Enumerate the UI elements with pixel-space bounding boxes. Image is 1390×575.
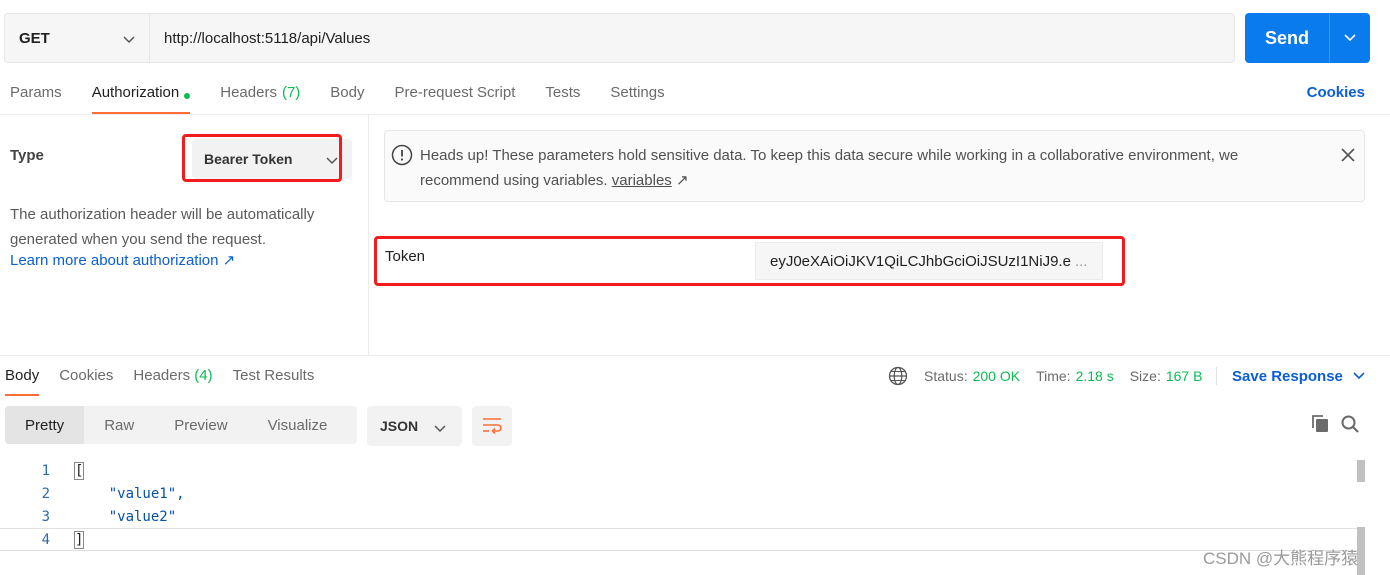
code-text: "value2" <box>75 508 177 525</box>
code-line: 4] <box>0 528 1360 551</box>
line-number: 3 <box>41 508 50 525</box>
chevron-down-icon <box>123 32 135 49</box>
wrap-lines-icon <box>481 415 503 438</box>
method-select[interactable]: GET <box>5 14 150 62</box>
chevron-down-icon <box>1344 30 1356 46</box>
tab-label: Body <box>330 84 365 101</box>
format-toggle-group: Pretty Raw Preview Visualize <box>5 406 357 444</box>
watermark: CSDN @大熊程序猿 <box>1203 549 1359 568</box>
size-value[interactable]: 167 B <box>1166 368 1203 384</box>
format-visualize[interactable]: Visualize <box>248 406 348 444</box>
tab-label: Tests <box>545 84 581 101</box>
divider <box>0 114 1390 115</box>
time-label: Time: <box>1036 368 1071 384</box>
tab-label: Params <box>10 84 62 101</box>
tab-tests[interactable]: Tests <box>545 80 580 114</box>
format-preview[interactable]: Preview <box>154 406 247 444</box>
external-link-icon: ↗ <box>675 172 689 189</box>
save-response-button[interactable]: Save Response <box>1232 368 1365 385</box>
tab-count: (7) <box>281 84 301 101</box>
response-status-bar: Status: 200 OK Time: 2.18 s Size: 167 B <box>888 366 1231 386</box>
request-url-bar: GET http://localhost:5118/api/Values <box>4 13 1235 63</box>
tab-label: Headers <box>220 84 277 101</box>
divider <box>1216 367 1218 385</box>
line-number: 4 <box>41 531 50 548</box>
tab-params[interactable]: Params <box>10 80 62 114</box>
code-text: "value1", <box>75 485 185 502</box>
tab-pre-request-script[interactable]: Pre-request Script <box>395 80 516 114</box>
tab-test-results[interactable]: Test Results <box>233 363 315 396</box>
search-icon[interactable] <box>1340 414 1360 437</box>
tab-label: Headers <box>133 367 191 384</box>
status-dot-icon <box>184 93 191 99</box>
url-input[interactable]: http://localhost:5118/api/Values <box>150 14 1234 62</box>
wrap-lines-button[interactable] <box>472 406 512 446</box>
variables-link[interactable]: variables <box>612 172 672 189</box>
tab-label: Cookies <box>59 367 114 384</box>
format-raw[interactable]: Raw <box>84 406 154 444</box>
chevron-down-icon <box>434 421 446 437</box>
save-response-label: Save Response <box>1232 368 1343 385</box>
response-tabs: Body Cookies Headers (4) Test Results <box>5 363 334 396</box>
highlight-box <box>374 236 1125 286</box>
globe-icon[interactable] <box>888 366 908 386</box>
highlight-box <box>182 134 342 182</box>
tab-response-cookies[interactable]: Cookies <box>59 363 113 396</box>
tab-headers[interactable]: Headers (7) <box>220 80 300 114</box>
line-number: 2 <box>41 485 50 502</box>
panel-divider <box>368 114 369 356</box>
divider <box>0 355 1390 356</box>
tab-count: (4) <box>194 367 213 384</box>
code-text: ] <box>73 530 85 549</box>
alert-text: Heads up! These parameters hold sensitiv… <box>420 147 1239 189</box>
tab-authorization[interactable]: Authorization <box>91 80 191 114</box>
code-line: 2 "value1", <box>0 482 1360 505</box>
tab-response-body[interactable]: Body <box>5 363 40 396</box>
code-line: 3 "value2" <box>0 505 1360 528</box>
tab-settings[interactable]: Settings <box>610 80 664 114</box>
tab-label: Settings <box>610 84 665 101</box>
line-number: 1 <box>41 462 50 479</box>
chevron-down-icon <box>1353 368 1365 385</box>
scrollbar[interactable] <box>1357 460 1365 482</box>
tab-label: Pre-request Script <box>394 84 516 101</box>
send-button-group: Send <box>1245 13 1370 63</box>
format-pretty[interactable]: Pretty <box>5 406 85 444</box>
method-label: GET <box>19 29 50 47</box>
status-label: Status: <box>924 368 968 384</box>
language-value: JSON <box>380 418 419 434</box>
info-icon <box>391 144 413 169</box>
status-value[interactable]: 200 OK <box>973 368 1020 384</box>
learn-more-link[interactable]: Learn more about authorization ↗ <box>10 251 235 269</box>
code-text: [ <box>73 461 85 480</box>
response-body-code[interactable]: 1[ 2 "value1", 3 "value2" 4] <box>0 459 1360 551</box>
time-value[interactable]: 2.18 s <box>1076 368 1114 384</box>
tab-body[interactable]: Body <box>330 80 364 114</box>
tab-label: Body <box>5 367 40 384</box>
language-select[interactable]: JSON <box>367 406 462 446</box>
close-icon[interactable] <box>1340 147 1356 166</box>
code-line: 1[ <box>0 459 1360 482</box>
auth-description: The authorization header will be automat… <box>10 206 315 248</box>
tab-label: Authorization <box>91 84 180 101</box>
copy-icon[interactable] <box>1310 414 1330 437</box>
size-label: Size: <box>1129 368 1161 384</box>
tab-response-headers[interactable]: Headers (4) <box>133 363 212 396</box>
tab-label: Test Results <box>232 367 315 384</box>
alert-message: Heads up! These parameters hold sensitiv… <box>420 143 1310 193</box>
sensitive-data-alert: Heads up! These parameters hold sensitiv… <box>384 130 1365 202</box>
scrollbar[interactable] <box>1357 527 1365 575</box>
request-tabs: Params Authorization Headers (7) Body Pre… <box>10 80 695 114</box>
auth-type-label: Type <box>10 147 44 164</box>
send-button[interactable]: Send <box>1245 13 1330 63</box>
send-options-button[interactable] <box>1330 13 1370 63</box>
cookies-link[interactable]: Cookies <box>1307 84 1365 101</box>
url-text: http://localhost:5118/api/Values <box>164 29 371 47</box>
